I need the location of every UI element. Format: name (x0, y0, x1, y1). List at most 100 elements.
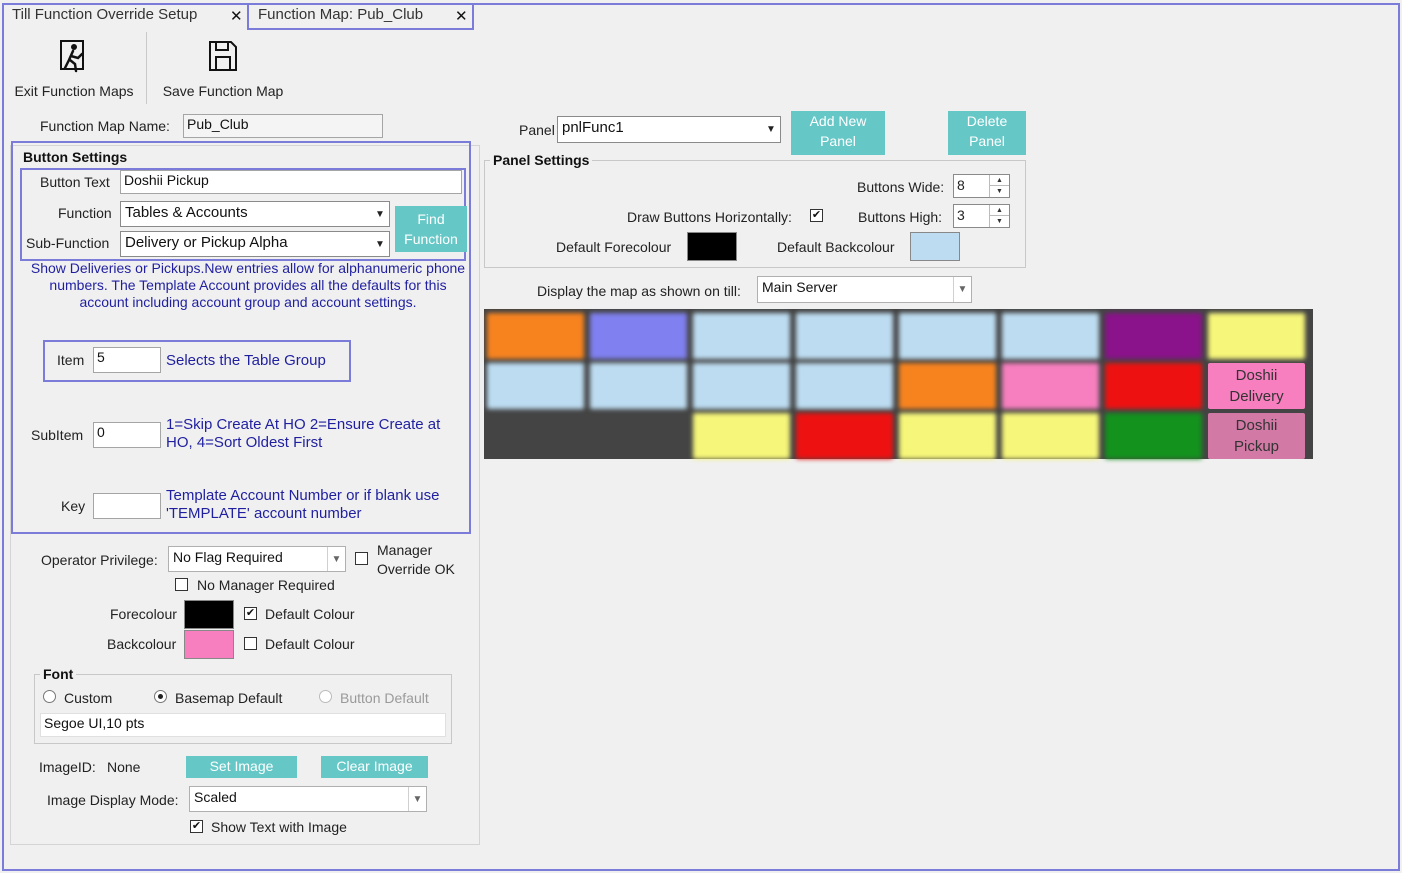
exit-icon (60, 40, 84, 73)
buttons-wide-label: Buttons Wide: (857, 179, 945, 195)
map-button[interactable] (796, 313, 893, 359)
buttons-high-label: Buttons High: (858, 209, 943, 225)
toolbar-separator (146, 32, 147, 104)
font-custom-label: Custom (64, 690, 113, 706)
close-icon[interactable]: ✕ (230, 7, 243, 25)
display-map-dropdown[interactable]: Main Server ▼ (757, 276, 972, 303)
image-display-mode-dropdown[interactable]: Scaled ▼ (189, 786, 427, 812)
subitem-field[interactable]: 0 (93, 422, 161, 448)
function-map-name-field[interactable]: Pub_Club (183, 114, 383, 138)
backcolour-swatch[interactable] (184, 630, 234, 659)
font-custom-radio[interactable] (43, 690, 56, 703)
spin-up-icon[interactable]: ▲ (989, 175, 1009, 186)
operator-privilege-dropdown[interactable]: No Flag Required ▼ (168, 546, 346, 572)
function-value: Tables & Accounts (125, 204, 248, 221)
save-function-map-button[interactable]: Save Function Map (156, 38, 290, 99)
add-new-panel-button[interactable]: Add New Panel (791, 111, 885, 155)
item-field[interactable]: 5 (93, 347, 161, 373)
tab-till-function-override[interactable]: Till Function Override Setup ✕ (6, 4, 246, 29)
font-value-field[interactable]: Segoe UI,10 pts (40, 713, 446, 737)
buttons-high-spinner[interactable]: 3 ▲ ▼ (953, 204, 1010, 228)
map-button[interactable] (487, 363, 584, 409)
delete-panel-button[interactable]: Delete Panel (948, 111, 1026, 155)
map-button[interactable] (1105, 413, 1202, 459)
exit-function-maps-button[interactable]: Exit Function Maps (8, 38, 140, 99)
map-button[interactable] (693, 313, 790, 359)
map-button[interactable] (899, 413, 996, 459)
default-forecolour-swatch[interactable] (687, 232, 737, 261)
spin-down-icon[interactable]: ▼ (989, 186, 1009, 197)
font-title: Font (40, 666, 77, 682)
draw-horizontal-checkbox[interactable]: ✔ (810, 209, 823, 222)
button-settings-title: Button Settings (20, 149, 131, 165)
forecolour-label: Forecolour (110, 606, 177, 622)
chevron-down-icon: ▼ (408, 787, 426, 811)
tab-function-map[interactable]: Function Map: Pub_Club ✕ (252, 4, 472, 29)
item-hint: Selects the Table Group (166, 352, 326, 369)
map-button[interactable] (1105, 363, 1202, 409)
show-text-with-image-label: Show Text with Image (211, 819, 347, 835)
map-button[interactable] (1002, 413, 1099, 459)
buttons-wide-spinner[interactable]: 8 ▲ ▼ (953, 174, 1010, 198)
subfunction-label: Sub-Function (26, 235, 110, 251)
key-label: Key (61, 498, 86, 514)
panel-settings-title: Panel Settings (490, 152, 593, 168)
map-button-doshii-pickup[interactable]: Doshii Pickup (1208, 413, 1305, 459)
close-icon[interactable]: ✕ (455, 7, 468, 25)
function-dropdown[interactable]: Tables & Accounts ▼ (120, 201, 390, 227)
map-button[interactable] (1002, 313, 1099, 359)
back-default-checkbox[interactable] (244, 637, 257, 650)
find-function-button[interactable]: Find Function (395, 206, 467, 252)
show-text-with-image-checkbox[interactable]: ✔ (190, 820, 203, 833)
chevron-down-icon: ▼ (327, 547, 345, 571)
manager-override-checkbox[interactable] (355, 552, 368, 565)
spin-up-icon[interactable]: ▲ (989, 205, 1009, 216)
subitem-label: SubItem (31, 427, 84, 443)
buttons-high-value: 3 (957, 207, 965, 223)
subfunction-dropdown[interactable]: Delivery or Pickup Alpha ▼ (120, 231, 390, 257)
font-button-default-label: Button Default (340, 690, 429, 706)
map-button[interactable] (796, 363, 893, 409)
map-button[interactable] (590, 313, 687, 359)
tab-label: Function Map: Pub_Club (258, 6, 424, 23)
default-forecolour-label: Default Forecolour (556, 239, 672, 255)
map-button[interactable] (590, 363, 687, 409)
clear-image-button[interactable]: Clear Image (321, 756, 428, 778)
no-manager-checkbox[interactable] (175, 578, 188, 591)
map-button[interactable] (693, 413, 790, 459)
item-label: Item (57, 352, 85, 368)
set-image-button[interactable]: Set Image (186, 756, 297, 778)
map-button[interactable] (899, 313, 996, 359)
panel-dropdown[interactable]: pnlFunc1 ▼ (557, 116, 781, 143)
function-map-name-label: Function Map Name: (40, 118, 170, 134)
tab-label: Till Function Override Setup (12, 6, 198, 23)
map-button[interactable] (1208, 313, 1305, 359)
map-button[interactable] (1002, 363, 1099, 409)
panel-label: Panel (519, 122, 555, 138)
operator-privilege-label: Operator Privilege: (41, 552, 158, 568)
map-button[interactable] (796, 413, 893, 459)
operator-privilege-value: No Flag Required (173, 549, 283, 565)
key-field[interactable] (93, 493, 161, 519)
map-button[interactable] (1105, 313, 1202, 359)
map-button[interactable] (693, 363, 790, 409)
image-id-value: None (107, 759, 141, 775)
forecolour-swatch[interactable] (184, 600, 234, 629)
map-button[interactable] (487, 313, 584, 359)
map-button-doshii-delivery[interactable]: Doshii Delivery (1208, 363, 1305, 409)
map-button-label: Doshii Delivery (1229, 367, 1284, 405)
function-map-preview: Doshii Delivery Doshii Pickup (484, 309, 1313, 459)
default-backcolour-label: Default Backcolour (777, 239, 895, 255)
font-button-default-radio[interactable] (319, 690, 332, 703)
map-button[interactable] (899, 363, 996, 409)
key-hint: Template Account Number or if blank use … (166, 487, 440, 522)
button-text-field[interactable]: Doshii Pickup (120, 170, 462, 194)
font-basemap-radio[interactable] (154, 690, 167, 703)
default-backcolour-swatch[interactable] (910, 232, 960, 261)
spin-down-icon[interactable]: ▼ (989, 216, 1009, 227)
fore-default-checkbox[interactable]: ✔ (244, 607, 257, 620)
chevron-down-icon: ▼ (375, 238, 385, 250)
exit-label: Exit Function Maps (14, 83, 134, 99)
backcolour-label: Backcolour (107, 636, 177, 652)
draw-horizontal-label: Draw Buttons Horizontally: (627, 209, 792, 225)
